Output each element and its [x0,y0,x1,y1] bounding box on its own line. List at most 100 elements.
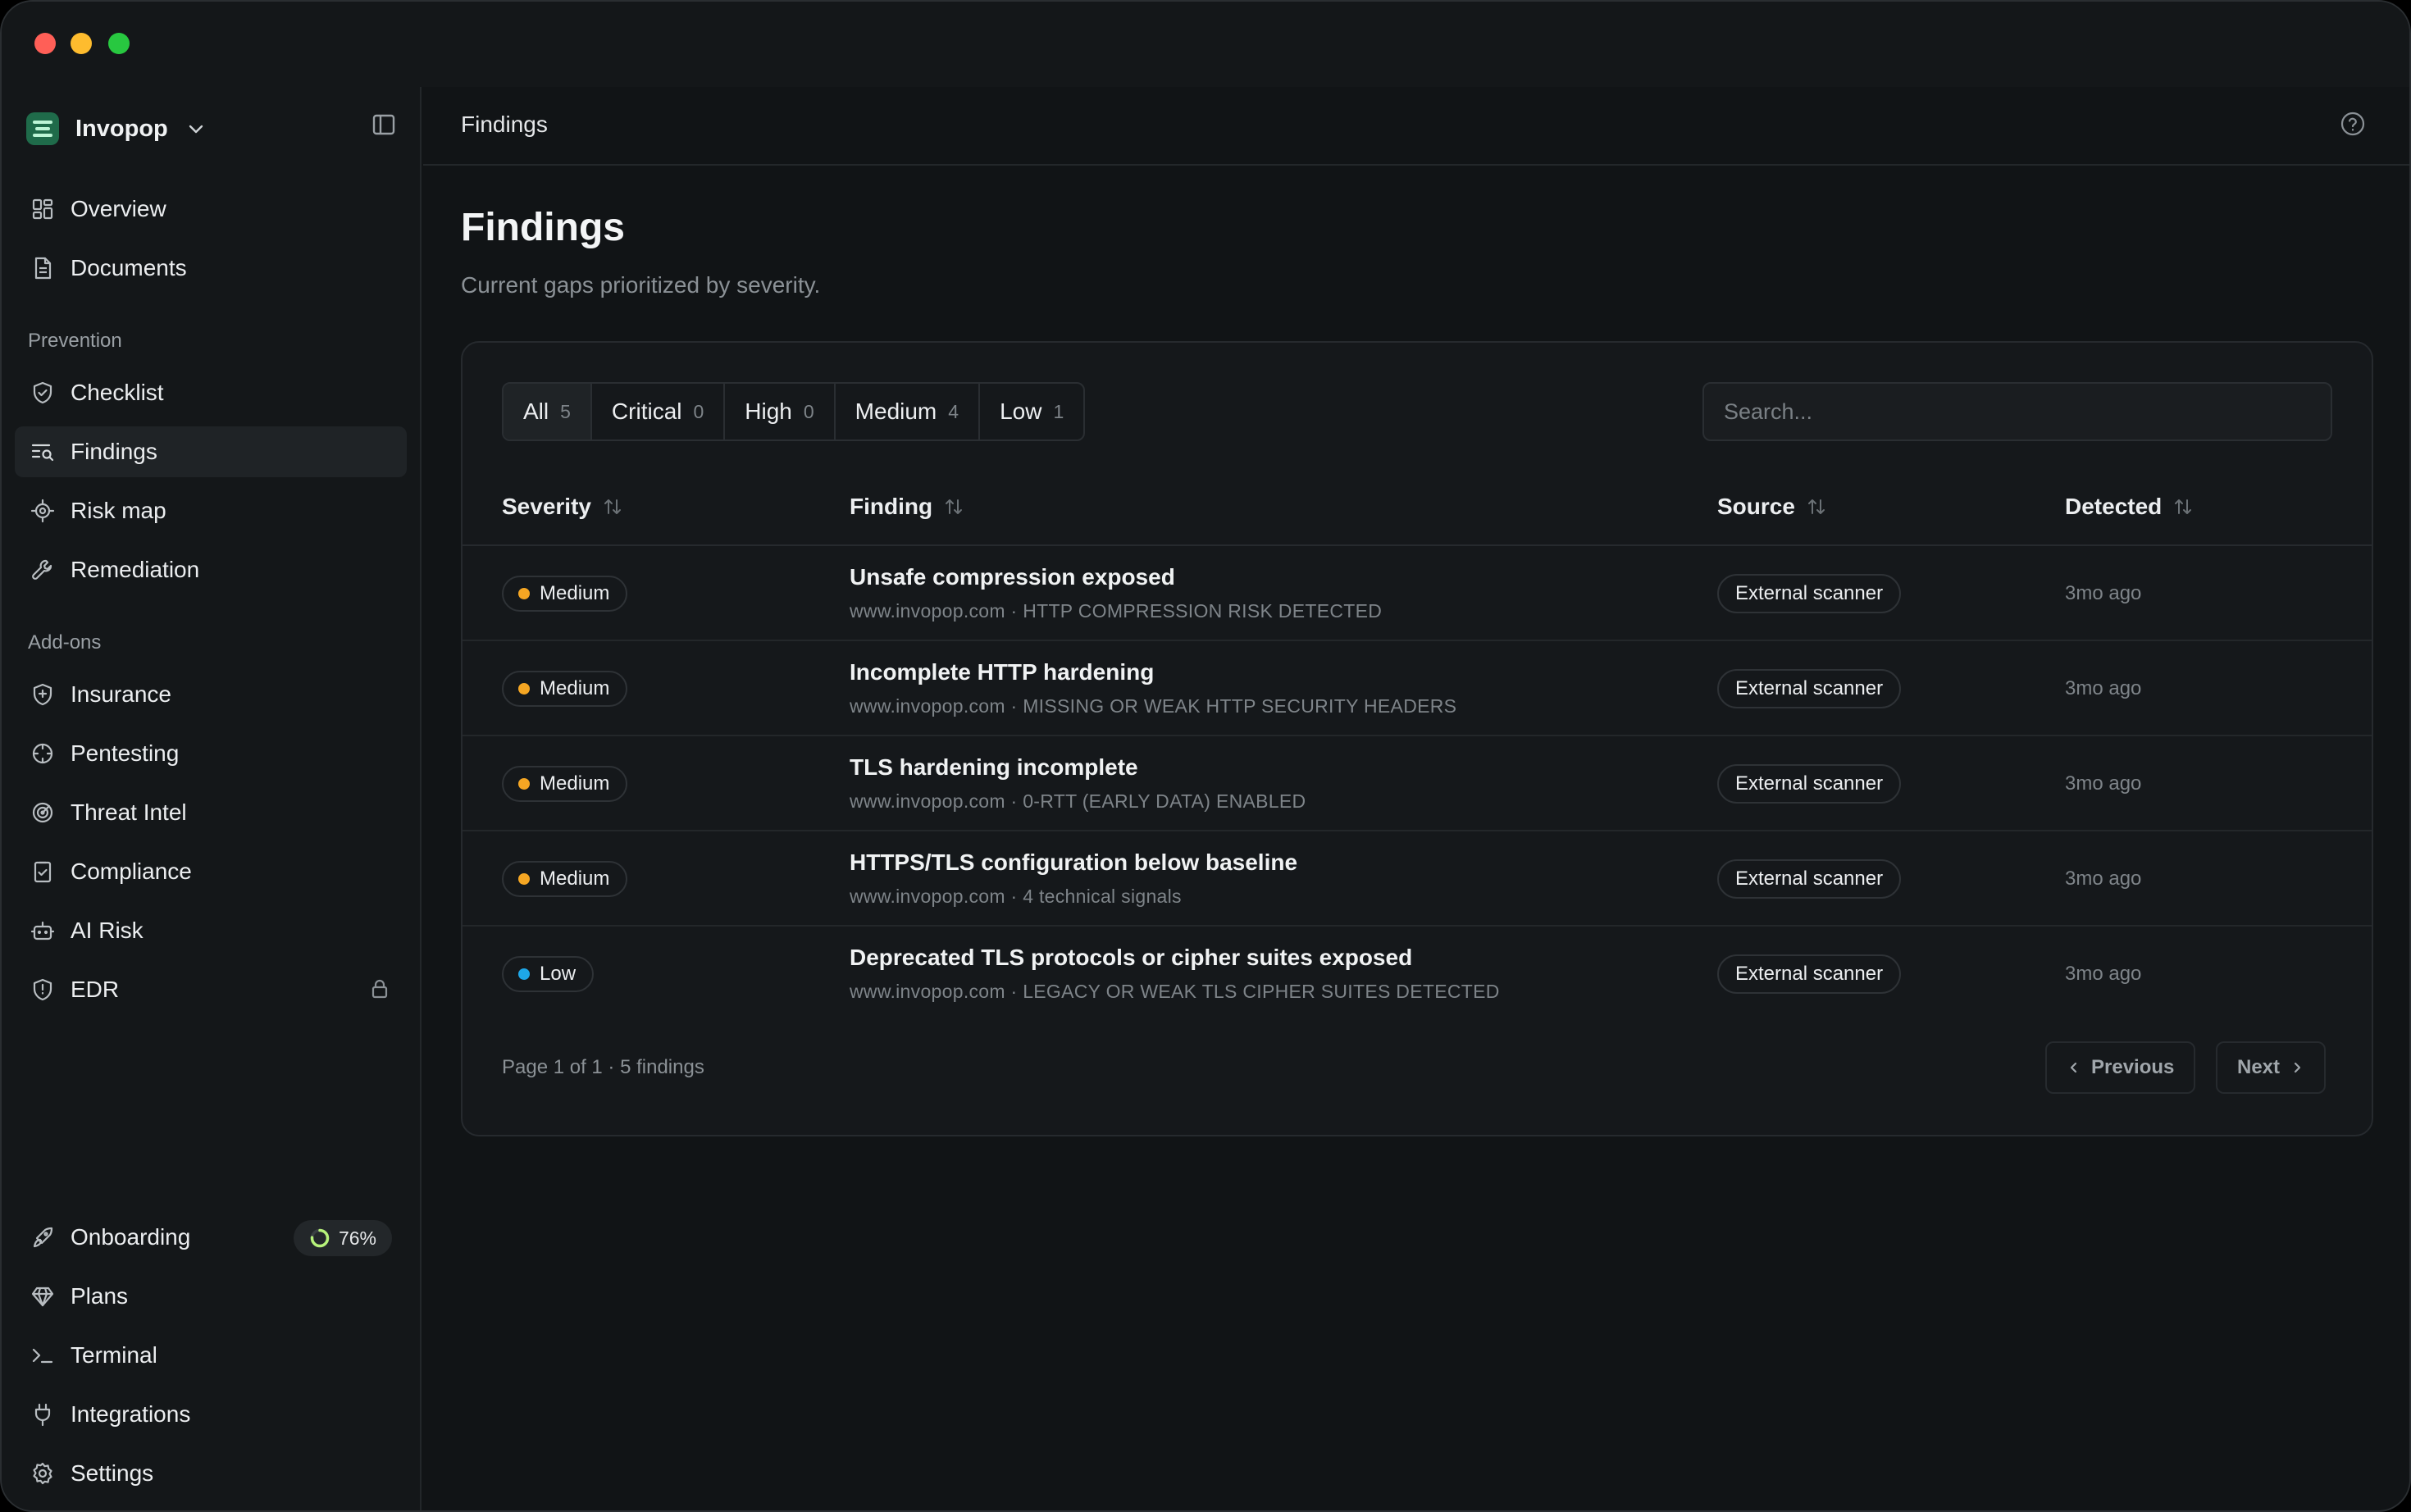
workspace-name: Invopop [75,115,168,142]
search-input[interactable] [1702,382,2332,441]
table-row[interactable]: Medium Incomplete HTTP hardening www.inv… [463,641,2372,736]
filter-tab-low[interactable]: Low 1 [980,384,1083,439]
finding-meta: www.invopop.com · 0-RTT (EARLY DATA) ENA… [850,790,1306,812]
filter-label: High [745,398,792,424]
chevron-right-icon [2294,1062,2301,1073]
app-window: Invopop Overview Documents Prevention Ch… [0,0,2411,1512]
filter-count: 5 [560,400,571,422]
column-label: Source [1717,494,1795,519]
sidebar-item-plans[interactable]: Plans [15,1271,407,1322]
sidebar-item-ai-risk[interactable]: AI Risk [15,905,407,956]
sidebar-item-threat-intel[interactable]: Threat Intel [15,787,407,838]
sidebar-item-label: Overview [71,196,166,221]
sort-icon [2175,499,2192,514]
section-title-add-ons: Add-ons [28,631,102,654]
sidebar-item-label: Onboarding [71,1224,191,1250]
finding-title[interactable]: Deprecated TLS protocols or cipher suite… [850,945,1412,971]
sidebar-item-label: Checklist [71,380,164,405]
severity-label: Medium [540,868,610,890]
shield-alert-icon [33,978,52,1001]
source-badge: External scanner [1717,764,1902,804]
sidebar-item-integrations[interactable]: Integrations [15,1389,407,1440]
filter-tab-medium[interactable]: Medium 4 [836,384,981,439]
finding-title[interactable]: HTTPS/TLS configuration below baseline [850,849,1297,876]
filter-count: 0 [693,400,704,422]
section-title-prevention: Prevention [28,330,122,352]
next-page-button[interactable]: Next [2216,1041,2327,1094]
sidebar-item-compliance[interactable]: Compliance [15,846,407,897]
zoom-window-button[interactable] [108,33,130,54]
sidebar-item-terminal[interactable]: Terminal [15,1330,407,1381]
filter-count: 0 [803,400,814,422]
sidebar-item-label: Findings [71,439,157,464]
sidebar-toggle-icon[interactable] [371,112,397,138]
source-badge: External scanner [1717,954,1902,994]
sidebar-item-label: Insurance [71,681,171,707]
finding-title[interactable]: Unsafe compression exposed [850,564,1175,590]
sidebar-item-findings[interactable]: Findings [15,426,407,477]
gear-icon [33,1462,52,1485]
minimize-window-button[interactable] [71,33,92,54]
severity-badge: Medium [502,671,628,707]
column-label: Detected [2065,494,2163,519]
sidebar-item-edr[interactable]: EDR [15,964,407,1015]
sidebar-item-overview[interactable]: Overview [15,184,407,235]
previous-page-button[interactable]: Previous [2045,1041,2196,1094]
page-subtitle: Current gaps prioritized by severity. [461,272,821,298]
filter-label: Low [1000,398,1042,424]
list-search-icon [31,444,54,462]
sidebar-item-insurance[interactable]: Insurance [15,669,407,720]
sort-icon [1807,499,1825,514]
sidebar-item-pentesting[interactable]: Pentesting [15,728,407,779]
sidebar-item-risk-map[interactable]: Risk map [15,485,407,536]
filter-tab-all[interactable]: All 5 [504,384,592,439]
sidebar-item-documents[interactable]: Documents [15,243,407,294]
severity-badge: Medium [502,766,628,802]
sidebar-item-label: Threat Intel [71,799,187,825]
onboarding-progress-value: 76% [338,1227,377,1249]
help-icon[interactable] [2339,110,2367,138]
document-icon [34,257,52,280]
terminal-icon [32,1348,53,1364]
filter-tab-high[interactable]: High 0 [725,384,836,439]
findings-card: All 5 Critical 0 High 0 Medium 4 Low 1 Severi… [461,341,2373,1136]
severity-filter-tabs: All 5 Critical 0 High 0 Medium 4 Low 1 [502,382,1086,441]
shield-check-icon [33,381,52,404]
sidebar-item-onboarding[interactable]: Onboarding 76% [15,1212,407,1263]
sidebar-item-remediation[interactable]: Remediation [15,544,407,595]
target-icon [30,499,55,523]
column-header-detected[interactable]: Detected [2065,494,2193,520]
filter-tab-critical[interactable]: Critical 0 [592,384,726,439]
finding-title[interactable]: TLS hardening incomplete [850,754,1138,781]
sidebar-item-checklist[interactable]: Checklist [15,367,407,418]
table-row[interactable]: Medium Unsafe compression exposed www.in… [463,546,2372,641]
workspace-switcher[interactable]: Invopop [26,107,206,151]
sidebar-item-label: Plans [71,1283,129,1309]
source-badge: External scanner [1717,574,1902,613]
severity-badge: Low [502,956,595,992]
severity-badge: Medium [502,576,628,612]
severity-label: Low [540,963,577,985]
sidebar-item-label: Settings [71,1460,154,1486]
previous-label: Previous [2091,1056,2175,1078]
filter-label: Medium [855,398,937,424]
table-row[interactable]: Medium HTTPS/TLS configuration below bas… [463,831,2372,927]
title-bar [2,2,2409,87]
grid-icon [32,198,53,220]
column-header-finding[interactable]: Finding [850,494,964,520]
severity-dot [518,683,530,695]
column-header-severity[interactable]: Severity [502,494,622,520]
finding-title[interactable]: Incomplete HTTP hardening [850,659,1154,685]
finding-meta: www.invopop.com · HTTP COMPRESSION RISK … [850,600,1383,622]
table-row[interactable]: Low Deprecated TLS protocols or cipher s… [463,927,2372,1022]
sidebar-item-label: Documents [71,255,187,280]
onboarding-progress-badge: 76% [294,1220,392,1256]
sidebar-item-settings[interactable]: Settings [15,1448,407,1499]
column-label: Finding [850,494,933,519]
sort-icon [946,499,963,514]
page-title: Findings [461,206,625,249]
column-header-source[interactable]: Source [1717,494,1826,520]
close-window-button[interactable] [34,33,56,54]
severity-dot [518,778,530,790]
table-row[interactable]: Medium TLS hardening incomplete www.invo… [463,736,2372,831]
